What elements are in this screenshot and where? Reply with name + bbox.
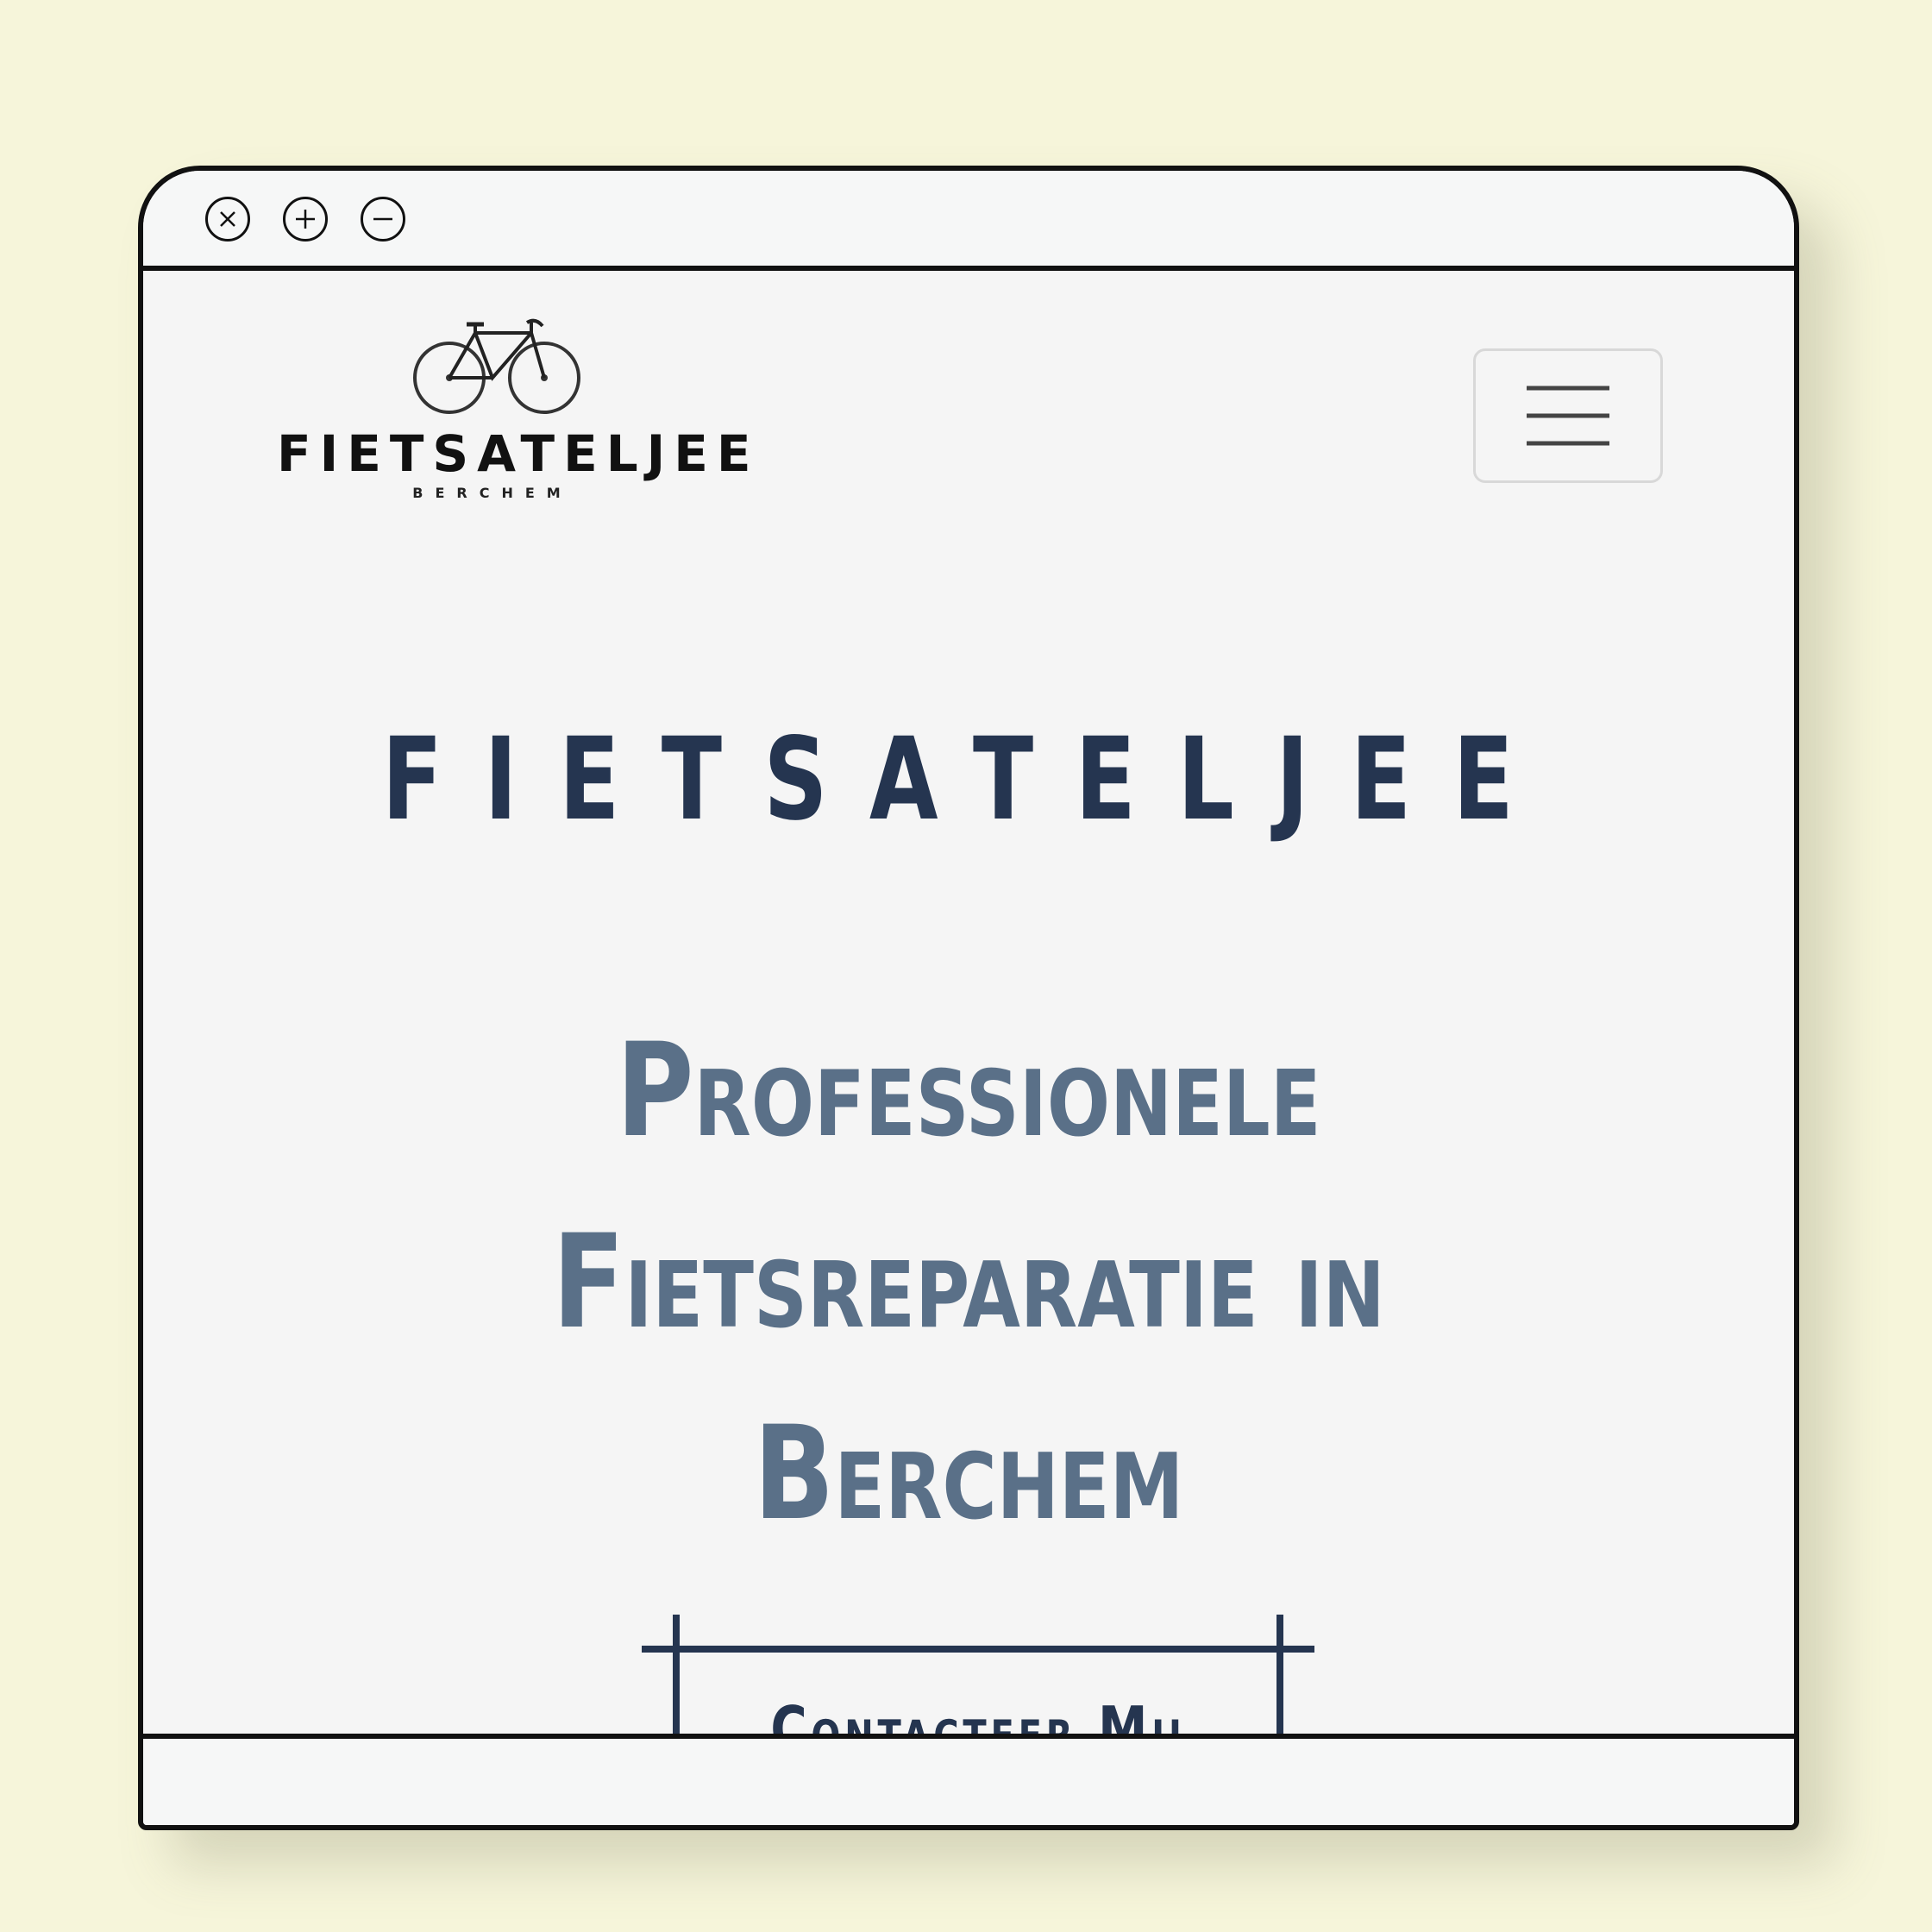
bicycle-icon [413, 318, 580, 414]
window-titlebar [143, 171, 1794, 271]
hero-brand-title: FIETSATELJEE [381, 713, 1556, 846]
logo-subtitle: BERCHEM [412, 485, 573, 501]
minus-icon[interactable] [361, 197, 405, 242]
site-logo[interactable]: FIETSATELJEE BERCHEM [277, 316, 760, 514]
close-icon[interactable] [205, 197, 250, 242]
page-content: FIETSATELJEE BERCHEM FIETSATELJEE Profes… [143, 271, 1794, 1787]
hamburger-menu-icon [1527, 386, 1609, 446]
hero-headline: Professionele Fietsreparatie in Berchem [552, 1016, 1385, 1549]
desktop-background: FIETSATELJEE BERCHEM FIETSATELJEE Profes… [0, 0, 1932, 1932]
plus-icon[interactable] [283, 197, 328, 242]
browser-window: FIETSATELJEE BERCHEM FIETSATELJEE Profes… [138, 166, 1799, 1830]
logo-wordmark: FIETSATELJEE [277, 424, 760, 483]
hamburger-menu-button[interactable] [1473, 348, 1663, 483]
window-bottom-bar [143, 1734, 1794, 1825]
